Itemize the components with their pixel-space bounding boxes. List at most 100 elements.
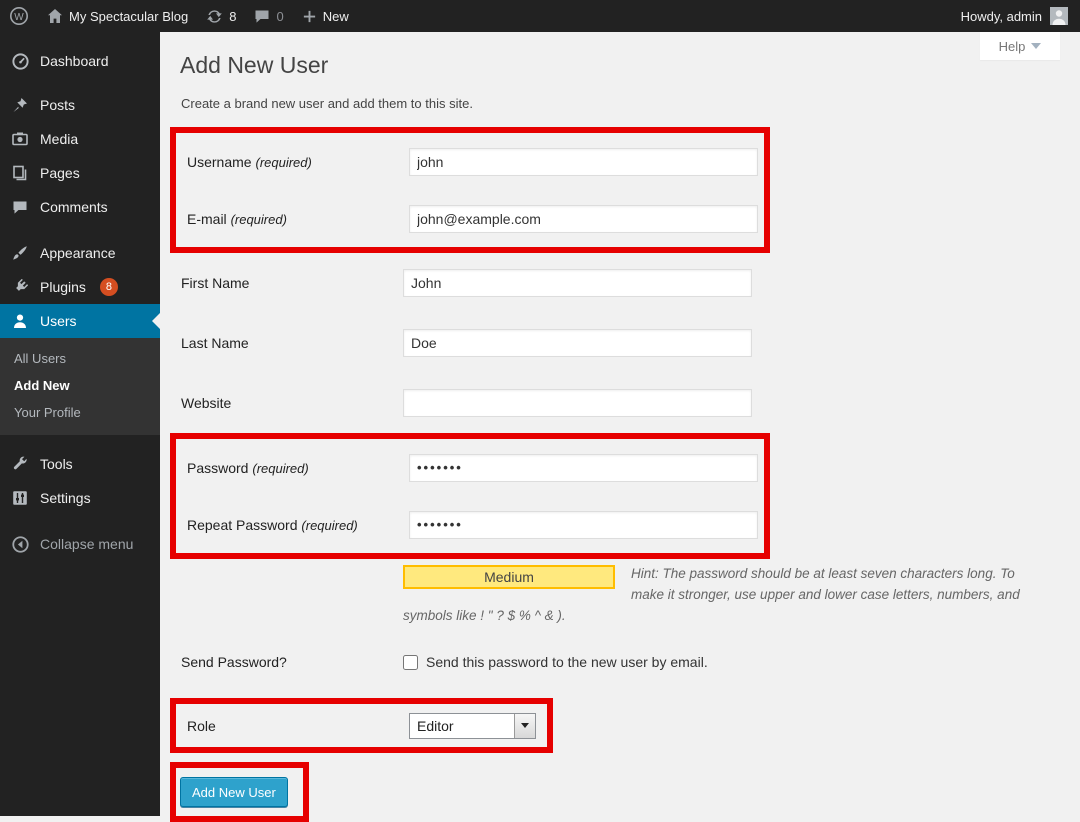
repeat-password-input[interactable] bbox=[409, 511, 758, 539]
chevron-down-icon bbox=[1031, 43, 1041, 49]
sidebar-item-plugins[interactable]: Plugins 8 bbox=[0, 270, 160, 304]
submenu-your-profile[interactable]: Your Profile bbox=[0, 399, 160, 426]
avatar bbox=[1050, 7, 1068, 25]
collapse-arrow-icon bbox=[10, 536, 30, 553]
website-label: Website bbox=[181, 395, 403, 411]
annotation-box-username-email: Username (required) E-mail (required) bbox=[170, 127, 770, 253]
dropdown-arrow-icon bbox=[521, 723, 529, 728]
page-subtitle: Create a brand new user and add them to … bbox=[181, 96, 1080, 111]
role-selected-value: Editor bbox=[410, 718, 514, 734]
first-name-row: First Name bbox=[170, 253, 1080, 313]
send-password-checkbox[interactable] bbox=[403, 655, 418, 670]
website-row: Website bbox=[170, 373, 1080, 433]
comments-menu[interactable]: 0 bbox=[245, 0, 292, 32]
email-row: E-mail (required) bbox=[176, 190, 764, 247]
site-menu[interactable]: My Spectacular Blog bbox=[38, 0, 197, 32]
send-password-label: Send Password? bbox=[181, 654, 403, 670]
annotation-box-role: Role Editor bbox=[170, 698, 553, 753]
plugin-icon bbox=[10, 279, 30, 295]
email-label: E-mail (required) bbox=[187, 211, 409, 227]
annotation-box-passwords: Password (required) Repeat Password (req… bbox=[170, 433, 770, 559]
comments-icon bbox=[10, 199, 30, 215]
wp-logo-menu[interactable]: W bbox=[0, 0, 38, 32]
collapse-menu-label: Collapse menu bbox=[40, 536, 133, 552]
media-icon bbox=[10, 131, 30, 147]
comment-count: 0 bbox=[276, 9, 283, 24]
send-password-row: Send Password? Send this password to the… bbox=[170, 640, 1080, 684]
sidebar-item-pages[interactable]: Pages bbox=[0, 156, 160, 190]
sidebar-item-label: Media bbox=[40, 131, 78, 147]
sidebar-item-appearance[interactable]: Appearance bbox=[0, 236, 160, 270]
svg-text:W: W bbox=[14, 12, 24, 23]
wordpress-logo-icon: W bbox=[9, 6, 29, 26]
howdy-text: Howdy, admin bbox=[961, 9, 1042, 24]
plus-icon bbox=[302, 9, 317, 24]
users-submenu: All Users Add New Your Profile bbox=[0, 338, 160, 435]
password-strength-meter: Medium bbox=[403, 565, 615, 589]
role-row: Role Editor bbox=[176, 704, 547, 747]
sidebar-item-comments[interactable]: Comments bbox=[0, 190, 160, 224]
sidebar-item-media[interactable]: Media bbox=[0, 122, 160, 156]
updates-menu[interactable]: 8 bbox=[197, 0, 245, 32]
username-row: Username (required) bbox=[176, 133, 764, 190]
username-label: Username (required) bbox=[187, 154, 409, 170]
first-name-input[interactable] bbox=[403, 269, 752, 297]
sidebar-item-settings[interactable]: Settings bbox=[0, 481, 160, 515]
main-content: Help Add New User Create a brand new use… bbox=[160, 32, 1080, 816]
sidebar-item-tools[interactable]: Tools bbox=[0, 447, 160, 481]
wrench-icon bbox=[10, 456, 30, 472]
admin-bar: W My Spectacular Blog 8 0 New bbox=[0, 0, 1080, 32]
last-name-label: Last Name bbox=[181, 335, 403, 351]
annotation-box-submit: Add New User bbox=[170, 762, 309, 822]
pushpin-icon bbox=[10, 97, 30, 113]
site-name: My Spectacular Blog bbox=[69, 9, 188, 24]
sidebar-item-dashboard[interactable]: Dashboard bbox=[0, 44, 160, 78]
help-label: Help bbox=[999, 39, 1026, 54]
submenu-add-new[interactable]: Add New bbox=[0, 372, 160, 399]
sidebar-item-label: Posts bbox=[40, 97, 75, 113]
sidebar-item-label: Appearance bbox=[40, 245, 116, 261]
page-title: Add New User bbox=[180, 51, 1080, 80]
sidebar-item-posts[interactable]: Posts bbox=[0, 88, 160, 122]
new-label: New bbox=[323, 9, 349, 24]
sidebar-item-label: Tools bbox=[40, 456, 73, 472]
last-name-input[interactable] bbox=[403, 329, 752, 357]
update-count: 8 bbox=[229, 9, 236, 24]
last-name-row: Last Name bbox=[170, 313, 1080, 373]
website-input[interactable] bbox=[403, 389, 752, 417]
sidebar-item-label: Comments bbox=[40, 199, 108, 215]
select-dropdown-button[interactable] bbox=[514, 714, 535, 738]
collapse-menu-button[interactable]: Collapse menu bbox=[0, 527, 160, 561]
password-label: Password (required) bbox=[187, 460, 409, 476]
paintbrush-icon bbox=[10, 245, 30, 261]
comment-bubble-icon bbox=[254, 8, 270, 24]
password-input[interactable] bbox=[409, 454, 758, 482]
dashboard-icon bbox=[10, 53, 30, 70]
new-content-menu[interactable]: New bbox=[293, 0, 358, 32]
sidebar-item-label: Settings bbox=[40, 490, 91, 506]
submenu-all-users[interactable]: All Users bbox=[0, 345, 160, 372]
send-password-checkbox-label: Send this password to the new user by em… bbox=[426, 654, 708, 670]
pages-icon bbox=[10, 165, 30, 181]
home-icon bbox=[47, 8, 63, 24]
sidebar-item-label: Users bbox=[40, 313, 77, 329]
repeat-password-label: Repeat Password (required) bbox=[187, 517, 409, 533]
password-row: Password (required) bbox=[176, 439, 764, 496]
email-input[interactable] bbox=[409, 205, 758, 233]
username-input[interactable] bbox=[409, 148, 758, 176]
plugins-update-badge: 8 bbox=[100, 278, 118, 296]
updates-icon bbox=[206, 8, 223, 25]
sidebar-item-users[interactable]: Users bbox=[0, 304, 160, 338]
sliders-icon bbox=[10, 490, 30, 506]
add-new-user-button[interactable]: Add New User bbox=[180, 777, 288, 807]
help-button[interactable]: Help bbox=[980, 32, 1060, 60]
repeat-password-row: Repeat Password (required) bbox=[176, 496, 764, 553]
role-select[interactable]: Editor bbox=[409, 713, 536, 739]
role-label: Role bbox=[187, 718, 409, 734]
my-account-menu[interactable]: Howdy, admin bbox=[961, 0, 1080, 32]
add-user-form: Username (required) E-mail (required) Fi… bbox=[170, 127, 1080, 822]
first-name-label: First Name bbox=[181, 275, 403, 291]
password-strength-area: Medium Hint: The password should be at l… bbox=[403, 563, 1037, 626]
user-icon bbox=[10, 313, 30, 329]
sidebar-item-label: Plugins bbox=[40, 279, 86, 295]
